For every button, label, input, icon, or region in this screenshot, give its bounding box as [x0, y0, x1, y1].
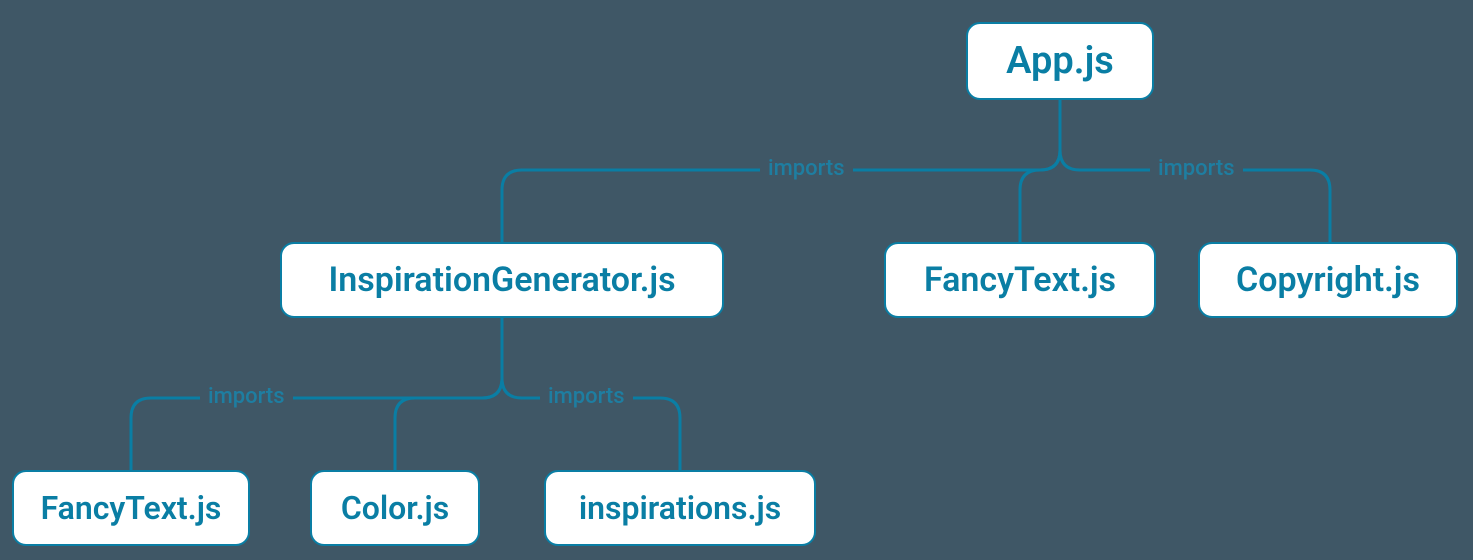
edge-app-to-fancytext	[1020, 100, 1060, 242]
node-color: Color.js	[310, 470, 480, 546]
diagram-canvas: imports imports imports imports App.js I…	[0, 0, 1473, 560]
node-inspiration-generator: InspirationGenerator.js	[280, 242, 724, 318]
node-inspirations: inspirations.js	[544, 470, 816, 546]
node-copyright: Copyright.js	[1198, 242, 1458, 318]
edge-label-app-inspgen: imports	[760, 156, 853, 181]
node-app: App.js	[966, 22, 1154, 100]
edge-label-inspgen-inspirations: imports	[540, 384, 633, 409]
edge-inspgen-to-fancytext	[131, 318, 502, 470]
node-fancytext-top: FancyText.js	[884, 242, 1156, 318]
edge-label-app-copyright: imports	[1150, 156, 1243, 181]
edge-inspgen-to-color	[395, 318, 502, 470]
edge-label-inspgen-fancytext: imports	[200, 384, 293, 409]
node-fancytext-bottom: FancyText.js	[12, 470, 250, 546]
